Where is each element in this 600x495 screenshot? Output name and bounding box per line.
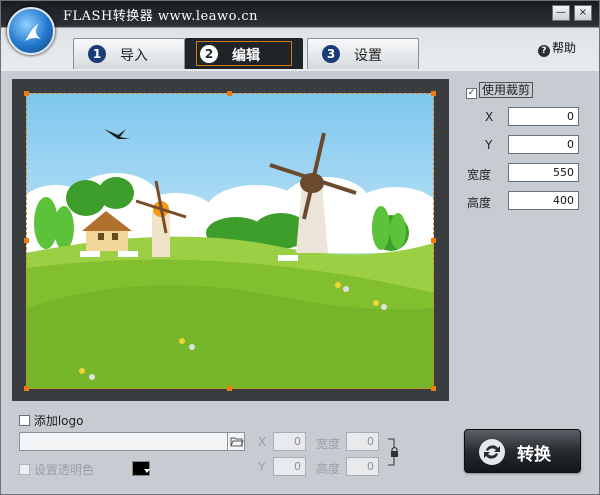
crop-x-label: X [485, 110, 494, 124]
crop-y-label: Y [485, 138, 493, 152]
crop-handle-bottom[interactable] [227, 386, 232, 391]
transparent-color-checkbox[interactable] [19, 464, 30, 475]
transparent-color-option[interactable]: 设置透明色 [19, 461, 94, 478]
lock-aspect-icon[interactable] [386, 437, 400, 467]
logo-height-label: 高度 [316, 462, 341, 476]
tab-import-label: 导入 [120, 48, 148, 64]
use-crop-option[interactable]: ✓ 使用裁剪 [466, 81, 534, 99]
flash-logo-icon [25, 23, 41, 41]
crop-height-input[interactable]: 400 [508, 191, 579, 210]
crop-height-label: 高度 [467, 196, 492, 210]
crop-handle-top-right[interactable] [431, 91, 436, 96]
help-icon: ? [538, 45, 550, 57]
minimize-button[interactable]: — [552, 5, 570, 21]
tab-import[interactable]: 1 导入 [73, 38, 185, 69]
app-logo [7, 7, 55, 55]
use-crop-checkbox[interactable]: ✓ [466, 88, 477, 99]
browse-logo-button[interactable] [227, 433, 244, 450]
app-window: FLASH转换器 www.leawo.cn — × 1 导入 2 编辑 3 设置… [0, 0, 600, 495]
crop-handle-top-left[interactable] [24, 91, 29, 96]
add-logo-checkbox[interactable] [19, 415, 30, 426]
crop-width-label: 宽度 [467, 168, 492, 182]
transparent-color-label: 设置透明色 [33, 463, 94, 477]
logo-y-label: Y [258, 460, 266, 474]
help-link[interactable]: ? 帮助 [538, 39, 576, 57]
use-crop-label: 使用裁剪 [479, 82, 534, 98]
convert-button[interactable]: 转换 [464, 429, 581, 473]
crop-handle-bottom-right[interactable] [431, 386, 436, 391]
add-logo-option[interactable]: 添加logo [19, 412, 83, 429]
refresh-convert-icon [479, 439, 505, 465]
crop-handle-top[interactable] [227, 91, 232, 96]
tab-edit-label: 编辑 [232, 48, 260, 64]
folder-open-icon [230, 437, 244, 447]
add-logo-label: 添加logo [33, 414, 84, 428]
logo-x-input[interactable]: 0 [273, 432, 306, 451]
crop-y-input[interactable]: 0 [508, 135, 579, 154]
logo-x-label: X [258, 435, 267, 449]
tab-edit[interactable]: 2 编辑 [185, 38, 303, 69]
logo-width-label: 宽度 [316, 437, 341, 451]
crop-handle-bottom-left[interactable] [24, 386, 29, 391]
crop-width-input[interactable]: 550 [508, 163, 579, 182]
logo-height-input[interactable]: 0 [346, 457, 379, 476]
crop-handle-left[interactable] [24, 238, 29, 243]
tab-settings-label: 设置 [354, 48, 382, 64]
crop-x-input[interactable]: 0 [508, 107, 579, 126]
color-dropdown-arrow-icon [144, 469, 150, 473]
logo-width-input[interactable]: 0 [346, 432, 379, 451]
tab-settings-number: 3 [322, 45, 340, 63]
tab-edit-number: 2 [200, 45, 218, 63]
convert-label: 转换 [517, 445, 551, 465]
window-title: FLASH转换器 www.leawo.cn [63, 9, 259, 24]
close-button[interactable]: × [574, 5, 592, 21]
help-label: 帮助 [552, 41, 577, 55]
crop-rectangle[interactable] [26, 93, 434, 389]
logo-path-input[interactable] [19, 432, 245, 451]
logo-y-input[interactable]: 0 [273, 457, 306, 476]
tab-import-number: 1 [88, 45, 106, 63]
crop-handle-right[interactable] [431, 238, 436, 243]
tab-settings[interactable]: 3 设置 [307, 38, 419, 69]
